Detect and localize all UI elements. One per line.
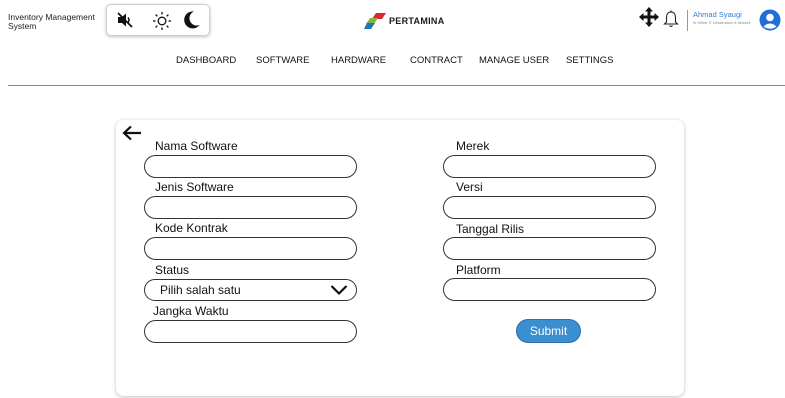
merek-label: Merek	[456, 139, 490, 153]
tanggal-rilis-label: Tanggal Rilis	[456, 222, 525, 236]
mute-icon[interactable]	[116, 11, 134, 34]
user-role: Sr Officer IT Infrastructure & Network	[693, 21, 751, 25]
kode-kontrak-input[interactable]	[144, 237, 357, 260]
nav-manage-user[interactable]: MANAGE USER	[479, 55, 549, 66]
app-title-line2: System	[8, 21, 37, 31]
jangka-waktu-input[interactable]	[144, 320, 357, 343]
bell-icon[interactable]	[663, 10, 679, 33]
status-selected-value: Pilih salah satu	[160, 283, 241, 297]
nav-contract[interactable]: CONTRACT	[410, 55, 463, 66]
nav-dashboard[interactable]: DASHBOARD	[176, 55, 236, 66]
user-avatar-icon[interactable]	[759, 9, 781, 36]
platform-label: Platform	[456, 263, 501, 277]
pertamina-logo: PERTAMINA	[364, 13, 445, 29]
jangka-waktu-label: Jangka Waktu	[153, 304, 229, 318]
nama-software-label: Nama Software	[155, 139, 238, 153]
header-divider	[687, 10, 688, 31]
pertamina-logo-icon	[364, 13, 386, 29]
sun-icon[interactable]	[152, 11, 172, 36]
brand-name: PERTAMINA	[389, 16, 445, 26]
nav-divider	[8, 85, 785, 86]
moon-icon[interactable]	[183, 10, 201, 35]
platform-input[interactable]	[443, 278, 656, 301]
jenis-software-input[interactable]	[144, 196, 357, 219]
versi-input[interactable]	[443, 196, 656, 219]
nama-software-input[interactable]	[144, 155, 357, 178]
chevron-down-icon	[330, 283, 348, 301]
jenis-software-label: Jenis Software	[155, 180, 234, 194]
tanggal-rilis-input[interactable]	[443, 237, 656, 260]
kode-kontrak-label: Kode Kontrak	[155, 221, 228, 235]
nav-software[interactable]: SOFTWARE	[256, 55, 309, 66]
user-name[interactable]: Ahmad Syaugi	[693, 10, 742, 19]
move-icon[interactable]	[639, 7, 659, 32]
app-title: Inventory Management System	[8, 13, 95, 31]
display-mode-toolbar	[106, 4, 210, 36]
nav-hardware[interactable]: HARDWARE	[331, 55, 386, 66]
arrow-left-icon[interactable]	[122, 125, 142, 146]
submit-button[interactable]: Submit	[516, 319, 581, 343]
merek-input[interactable]	[443, 155, 656, 178]
status-select[interactable]: Pilih salah satu	[144, 279, 357, 301]
versi-label: Versi	[456, 180, 483, 194]
nav-settings[interactable]: SETTINGS	[566, 55, 614, 66]
status-label: Status	[155, 263, 190, 277]
